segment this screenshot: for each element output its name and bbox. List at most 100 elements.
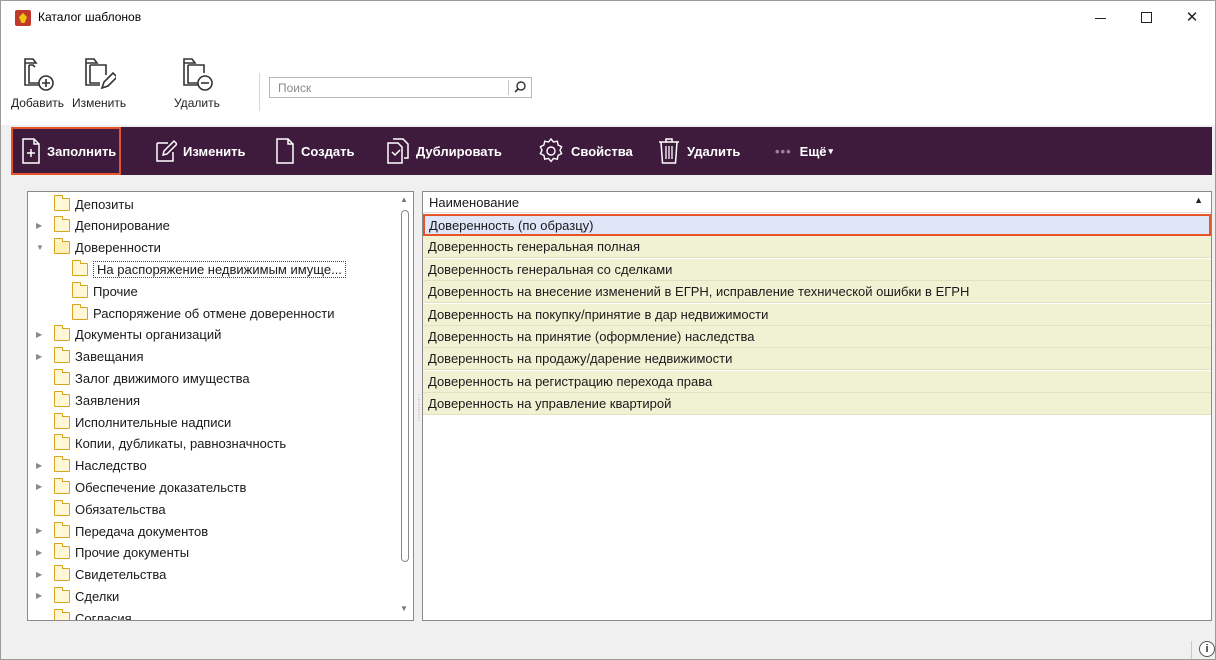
table-row[interactable]: Доверенность (по образцу) — [423, 214, 1211, 236]
tree-item-label: Свидетельства — [75, 567, 167, 583]
tree-item[interactable]: ▶ Наследство — [36, 455, 147, 477]
tree-item[interactable]: Заявления — [54, 389, 140, 411]
row-name-cell: Доверенность на принятие (оформление) на… — [428, 329, 755, 344]
tree-item[interactable]: Исполнительные надписи — [54, 411, 231, 433]
properties-button[interactable]: Свойства — [537, 127, 633, 175]
duplicate-button[interactable]: Дублировать — [386, 127, 502, 175]
expand-closed-icon[interactable]: ▶ — [36, 330, 46, 340]
table-row[interactable]: Доверенность на внесение изменений в ЕГР… — [423, 281, 1211, 304]
row-name-cell: Доверенность на управление квартирой — [428, 396, 672, 412]
ribbon: Добавить Изменить Удалить — [1, 33, 1215, 125]
table-row[interactable]: Доверенность генеральная со сделками — [423, 258, 1211, 281]
create-button[interactable]: Создать — [275, 127, 354, 175]
edit-icon — [156, 139, 177, 162]
search-box[interactable] — [269, 77, 532, 98]
tree-item[interactable]: Обязательства — [54, 498, 166, 520]
tree-item[interactable]: Залог движимого имущества — [54, 367, 250, 389]
search-input[interactable] — [270, 78, 506, 97]
tree-item[interactable]: ▶ Передача документов — [36, 520, 209, 542]
tree-item[interactable]: На распоряжение недвижимым имуще... — [72, 258, 346, 280]
category-tree[interactable]: Депозиты ▶ Депонирование ▼ Доверенности На ра… — [27, 191, 414, 621]
edit-folder-button[interactable]: Изменить — [72, 55, 126, 110]
column-header-name[interactable]: Наименование ▲ — [423, 192, 1211, 213]
table-row[interactable]: Доверенность на принятие (оформление) на… — [423, 326, 1211, 348]
expand-closed-icon[interactable]: ▶ — [36, 570, 46, 580]
expand-closed-icon[interactable]: ▶ — [36, 482, 46, 492]
expand-closed-icon[interactable]: ▶ — [36, 461, 46, 471]
row-name-cell: Доверенность на продажу/дарение недвижим… — [428, 351, 733, 367]
document-icon — [276, 138, 294, 164]
add-label: Добавить — [11, 96, 65, 110]
tree-item-label: Прочие — [93, 283, 138, 299]
folder-icon — [54, 347, 70, 364]
tree-item[interactable]: Депозиты — [54, 193, 134, 215]
fill-button[interactable]: Заполнить — [11, 127, 122, 175]
expand-closed-icon[interactable]: ▶ — [36, 548, 46, 558]
sort-ascending-icon: ▲ — [1194, 195, 1203, 205]
table-row[interactable]: Доверенность на регистрацию перехода пра… — [423, 370, 1211, 393]
scroll-up-icon[interactable]: ▲ — [400, 195, 408, 204]
table-row[interactable]: Доверенность на управление квартирой — [423, 393, 1211, 416]
folder-icon — [72, 259, 88, 276]
tree-item[interactable]: Распоряжение об отмене доверенности — [72, 302, 335, 324]
tree-item[interactable]: ▶ Прочие документы — [36, 542, 189, 564]
expand-closed-icon[interactable]: ▶ — [36, 352, 46, 362]
scroll-down-icon[interactable]: ▼ — [400, 604, 408, 613]
pane-splitter[interactable]: ⋮ ⋮ ⋮ ⋮ ⋮ — [415, 394, 423, 425]
search-divider — [508, 80, 509, 95]
tree-item[interactable]: ▶ Обеспечение доказательств — [36, 476, 246, 498]
delete-folder-button[interactable]: Удалить — [174, 55, 220, 110]
info-icon[interactable]: i — [1199, 641, 1215, 657]
tree-item[interactable]: ▶ Свидетельства — [36, 564, 167, 586]
tree-item[interactable]: ▶ Сделки — [36, 585, 120, 607]
more-dots-icon: ••• — [775, 143, 792, 159]
expand-closed-icon[interactable]: ▶ — [36, 526, 46, 536]
row-name-cell: Доверенность на регистрацию перехода пра… — [428, 373, 713, 389]
row-name-cell: Доверенность генеральная со сделками — [428, 261, 673, 277]
window-title: Каталог шаблонов — [38, 10, 142, 24]
expand-closed-icon[interactable]: ▶ — [36, 221, 46, 231]
minimize-icon — [1094, 17, 1106, 19]
close-button[interactable]: ✕ — [1169, 1, 1215, 33]
tree-item[interactable]: ▶ Документы организаций — [36, 324, 221, 346]
tree-item-label: Передача документов — [75, 523, 209, 539]
scrollbar-thumb[interactable] — [401, 210, 409, 562]
edit-button[interactable]: Изменить — [155, 127, 246, 175]
fill-label: Заполнить — [47, 143, 117, 159]
tree-item-label: Доверенности — [75, 240, 161, 256]
tree-item-label: Обязательства — [75, 501, 166, 517]
tree-item[interactable]: ▼ Доверенности — [36, 237, 161, 259]
add-folder-button[interactable]: Добавить — [11, 55, 64, 110]
folder-delete-icon — [183, 58, 213, 91]
edit-label: Изменить — [72, 96, 127, 110]
folder-edit-icon — [85, 58, 117, 90]
tree-item-label: Сделки — [75, 588, 120, 604]
tree-item-label: Согласия — [75, 610, 132, 621]
table-row[interactable]: Доверенность на покупку/принятие в дар н… — [423, 303, 1211, 326]
table-row[interactable]: Доверенность на продажу/дарение недвижим… — [423, 348, 1211, 371]
properties-label: Свойства — [571, 143, 633, 159]
tree-item[interactable]: Копии, дубликаты, равнозначность — [54, 433, 286, 455]
folder-icon — [72, 281, 88, 298]
expand-closed-icon[interactable]: ▶ — [36, 591, 46, 601]
maximize-icon — [1140, 11, 1152, 23]
expand-open-icon[interactable]: ▼ — [36, 243, 46, 253]
tree-item[interactable]: ▶ Депонирование — [36, 215, 170, 237]
chevron-down-icon: ▾ — [828, 145, 834, 156]
maximize-button[interactable] — [1123, 1, 1169, 33]
row-name-cell: Доверенность на покупку/принятие в дар н… — [428, 306, 769, 322]
tree-scrollbar[interactable]: ▲ ▼ — [397, 192, 413, 620]
tree-item[interactable]: Согласия — [54, 607, 132, 621]
search-icon[interactable] — [513, 80, 527, 94]
minimize-button[interactable] — [1077, 1, 1123, 33]
delete-button[interactable]: Удалить — [657, 127, 740, 175]
folder-icon — [54, 608, 70, 620]
tree-item-label: Депозиты — [75, 196, 134, 212]
document-add-icon — [22, 138, 40, 164]
folder-icon — [54, 521, 70, 538]
table-row[interactable]: Доверенность генеральная полная — [423, 236, 1211, 259]
tree-item[interactable]: Прочие — [72, 280, 138, 302]
tree-item[interactable]: ▶ Завещания — [36, 346, 143, 368]
more-button[interactable]: ••• Ещё ▾ — [775, 127, 833, 175]
folder-icon — [54, 434, 70, 451]
